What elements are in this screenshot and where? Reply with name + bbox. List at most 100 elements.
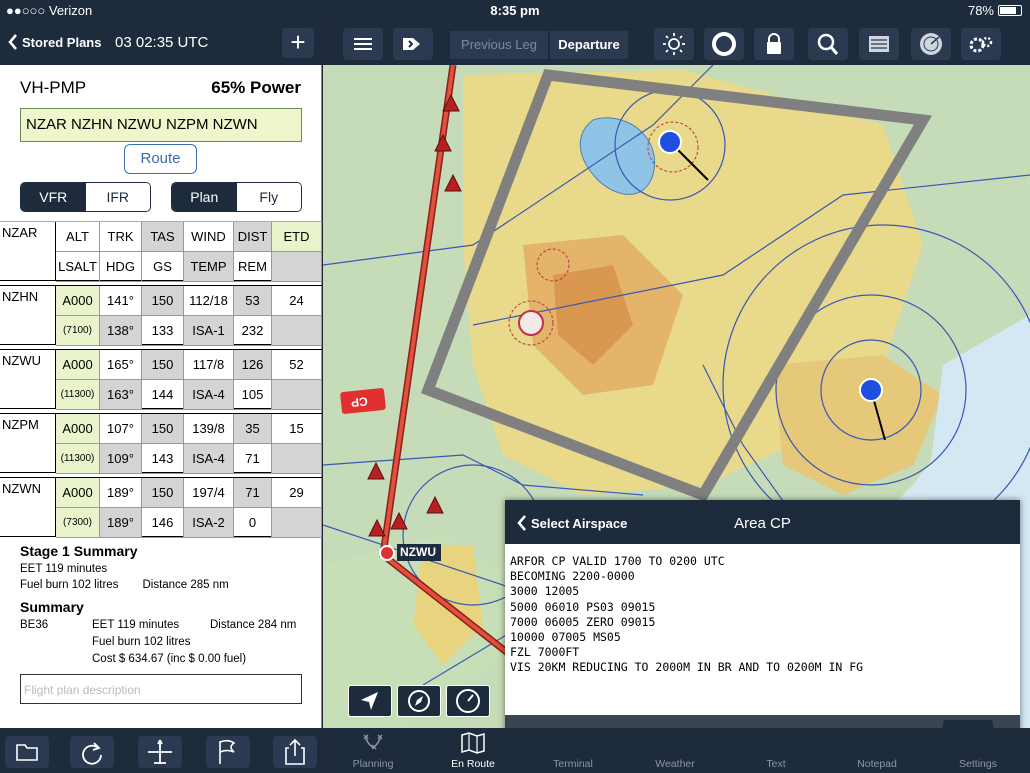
lock-button[interactable] — [754, 28, 794, 60]
flag-button[interactable] — [206, 736, 250, 768]
leg-rem[interactable]: 232 — [234, 316, 272, 346]
cp-map-label[interactable]: CP — [350, 394, 368, 410]
battery-icon — [998, 5, 1022, 16]
tab-notepad[interactable]: Notepad — [827, 728, 927, 773]
leg-hdg[interactable]: 163° — [100, 380, 142, 410]
header-trk: TRK — [100, 222, 142, 252]
power-setting[interactable]: 65% Power — [211, 78, 301, 98]
leg-tas[interactable]: 150 — [142, 478, 184, 508]
leg-dist[interactable]: 53 — [234, 286, 272, 316]
plan-option[interactable]: Plan — [172, 183, 237, 211]
leg-lsalt[interactable]: (7100) — [56, 316, 100, 346]
radar-button[interactable] — [911, 28, 951, 60]
compass-icon — [408, 690, 430, 712]
tab-settings[interactable]: Settings — [928, 728, 1028, 773]
leg-temp[interactable]: ISA-4 — [184, 380, 234, 410]
tab-terminal[interactable]: Terminal — [523, 728, 623, 773]
share-button[interactable] — [273, 736, 317, 768]
leg-dist[interactable]: 71 — [234, 478, 272, 508]
leg-hdg[interactable]: 189° — [100, 508, 142, 538]
navlog-leg[interactable]: NZWN A000 189° 150 197/4 71 29 (7300) 189° 146 ISA… — [0, 477, 322, 538]
leg-rem[interactable]: 0 — [234, 508, 272, 538]
departure-button[interactable]: Departure — [550, 31, 628, 59]
vfr-option[interactable]: VFR — [21, 183, 86, 211]
map-settings-button[interactable] — [961, 28, 1001, 60]
leg-wind[interactable]: 112/18 — [184, 286, 234, 316]
arfor-text[interactable]: ARFOR CP VALID 1700 TO 0200 UTC BECOMING … — [505, 544, 1020, 672]
status-bar: ●●○○○ Verizon 8:35 pm 78% — [0, 0, 1030, 22]
layers-button[interactable] — [859, 28, 899, 60]
list-button[interactable] — [343, 28, 383, 60]
leg-rem[interactable]: 71 — [234, 444, 272, 474]
leg-gs[interactable]: 144 — [142, 380, 184, 410]
leg-trk[interactable]: 189° — [100, 478, 142, 508]
navlog-leg[interactable]: NZWU A000 165° 150 117/8 126 52 (11300) 163° 144 I… — [0, 349, 322, 410]
tab-planning[interactable]: Planning — [323, 728, 423, 773]
leg-lsalt[interactable]: (11300) — [56, 444, 100, 474]
direct-to-button[interactable] — [393, 28, 433, 60]
navlog-leg[interactable]: NZPM A000 107° 150 139/8 35 15 (11300) 109° 143 IS… — [0, 413, 322, 474]
leg-temp[interactable]: ISA-4 — [184, 444, 234, 474]
leg-waypoint[interactable]: NZWU — [0, 350, 56, 408]
brightness-button[interactable] — [654, 28, 694, 60]
leg-tas[interactable]: 150 — [142, 350, 184, 380]
leg-tas[interactable]: 150 — [142, 286, 184, 316]
leg-lsalt[interactable]: (7300) — [56, 508, 100, 538]
leg-trk[interactable]: 141° — [100, 286, 142, 316]
leg-ete[interactable]: 15 — [272, 414, 322, 444]
leg-gs[interactable]: 143 — [142, 444, 184, 474]
leg-ete[interactable]: 29 — [272, 478, 322, 508]
nzwu-map-label[interactable]: NZWU — [400, 545, 436, 559]
leg-alt[interactable]: A000 — [56, 286, 100, 316]
previous-leg-button[interactable]: Previous Leg — [450, 31, 548, 59]
route-button[interactable]: Route — [124, 144, 197, 174]
leg-alt[interactable]: A000 — [56, 478, 100, 508]
leg-trk[interactable]: 107° — [100, 414, 142, 444]
refresh-button[interactable] — [70, 736, 114, 768]
navlog-leg[interactable]: NZHN A000 141° 150 112/18 53 24 (7100) 138° 133 IS… — [0, 285, 322, 346]
leg-temp[interactable]: ISA-1 — [184, 316, 234, 346]
aircraft-registration[interactable]: VH-PMP — [20, 78, 86, 98]
leg-hdg[interactable]: 109° — [100, 444, 142, 474]
lifebuoy-icon — [712, 32, 736, 56]
ifr-option[interactable]: IFR — [85, 183, 150, 211]
folder-button[interactable] — [5, 736, 49, 768]
add-plan-button[interactable]: + — [282, 28, 314, 58]
nzwu-airport-marker — [379, 545, 395, 561]
tab-text[interactable]: Text — [726, 728, 826, 773]
lifebuoy-button[interactable] — [704, 28, 744, 60]
aircraft-button[interactable] — [138, 736, 182, 768]
tab-en-route[interactable]: En Route — [423, 728, 523, 773]
leg-temp[interactable]: ISA-2 — [184, 508, 234, 538]
tab-weather[interactable]: Weather — [625, 728, 725, 773]
leg-wind[interactable]: 117/8 — [184, 350, 234, 380]
leg-trk[interactable]: 165° — [100, 350, 142, 380]
leg-hdg[interactable]: 138° — [100, 316, 142, 346]
origin-waypoint[interactable]: NZAR — [0, 222, 56, 280]
leg-gs[interactable]: 146 — [142, 508, 184, 538]
leg-ete[interactable]: 52 — [272, 350, 322, 380]
leg-tas[interactable]: 150 — [142, 414, 184, 444]
leg-alt[interactable]: A000 — [56, 414, 100, 444]
leg-waypoint[interactable]: NZHN — [0, 286, 56, 344]
leg-wind[interactable]: 139/8 — [184, 414, 234, 444]
panel-header: Stored Plans 03 02:35 UTC + — [0, 22, 322, 65]
leg-wind[interactable]: 197/4 — [184, 478, 234, 508]
fly-option[interactable]: Fly — [236, 183, 301, 211]
gauge-button[interactable] — [446, 685, 490, 717]
compass-button[interactable] — [397, 685, 441, 717]
route-input[interactable]: NZAR NZHN NZWU NZPM NZWN — [20, 108, 302, 142]
leg-waypoint[interactable]: NZWN — [0, 478, 56, 536]
leg-dist[interactable]: 35 — [234, 414, 272, 444]
leg-rem[interactable]: 105 — [234, 380, 272, 410]
leg-ete[interactable]: 24 — [272, 286, 322, 316]
leg-lsalt[interactable]: (11300) — [56, 380, 100, 410]
leg-alt[interactable]: A000 — [56, 350, 100, 380]
search-button[interactable] — [808, 28, 848, 60]
track-up-button[interactable] — [348, 685, 392, 717]
stored-plans-back-button[interactable]: Stored Plans — [8, 34, 101, 50]
flight-plan-description-input[interactable]: Flight plan description — [20, 674, 302, 704]
leg-gs[interactable]: 133 — [142, 316, 184, 346]
leg-dist[interactable]: 126 — [234, 350, 272, 380]
leg-waypoint[interactable]: NZPM — [0, 414, 56, 472]
